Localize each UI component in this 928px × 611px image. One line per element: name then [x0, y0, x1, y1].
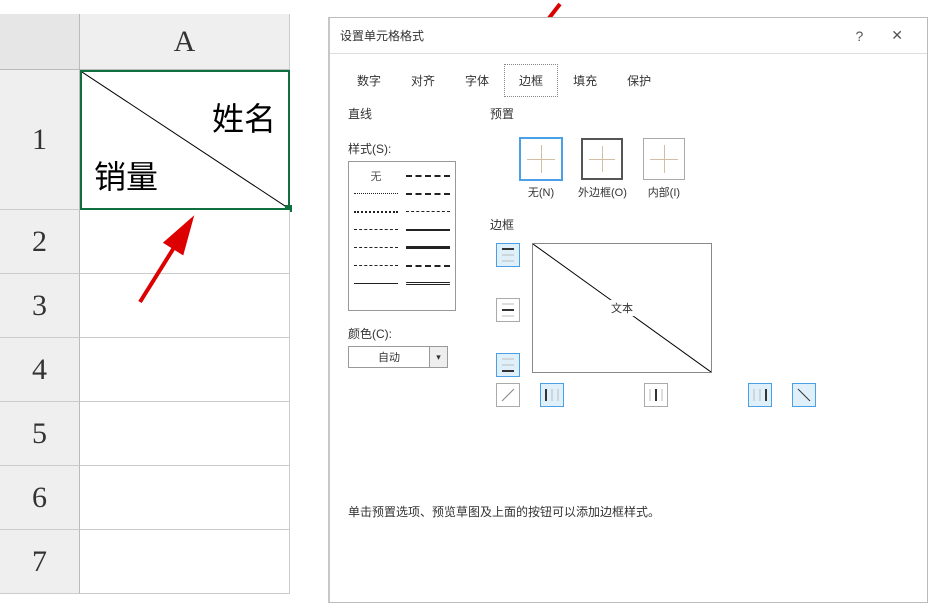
- col-header-a[interactable]: A: [80, 14, 290, 70]
- style-opt[interactable]: [354, 257, 398, 274]
- style-none[interactable]: 无: [354, 167, 398, 184]
- border-bottom-btn[interactable]: [496, 353, 520, 377]
- preset-group: 预置 无(N) 外边框(O) 内部(I) 边框: [490, 105, 909, 243]
- color-label: 颜色(C):: [348, 325, 488, 342]
- border-top-btn[interactable]: [496, 243, 520, 267]
- hint-text: 单击预置选项、预览草图及上面的按钮可以添加边框样式。: [348, 503, 660, 520]
- border-mid-v-btn[interactable]: [644, 383, 668, 407]
- cell-a7[interactable]: [80, 530, 290, 594]
- style-label: 样式(S):: [348, 140, 488, 157]
- preset-inside[interactable]: 内部(I): [643, 138, 685, 200]
- tab-border[interactable]: 边框: [504, 64, 558, 97]
- color-dropdown[interactable]: 自动 ▾: [348, 346, 448, 368]
- color-value: 自动: [349, 349, 429, 365]
- style-opt[interactable]: [406, 275, 450, 292]
- row-header-7[interactable]: 7: [0, 530, 80, 594]
- style-opt[interactable]: [354, 203, 398, 220]
- cell-a6[interactable]: [80, 466, 290, 530]
- border-mid-h-btn[interactable]: [496, 298, 520, 322]
- tab-strip: 数字 对齐 字体 边框 填充 保护: [330, 54, 927, 97]
- preset-outline[interactable]: 外边框(O): [578, 138, 627, 200]
- preview-text: 文本: [609, 300, 635, 316]
- border-section-title: 边框: [490, 216, 909, 233]
- line-section-title: 直线: [348, 105, 488, 122]
- style-opt[interactable]: [406, 167, 450, 184]
- tab-fill[interactable]: 填充: [558, 64, 612, 97]
- help-button[interactable]: ?: [841, 28, 877, 44]
- chevron-down-icon: ▾: [429, 347, 447, 367]
- tab-font[interactable]: 字体: [450, 64, 504, 97]
- cell-a1[interactable]: 姓名 销量: [80, 70, 290, 210]
- preset-section-title: 预置: [490, 105, 909, 122]
- style-opt[interactable]: [406, 239, 450, 256]
- style-opt[interactable]: [406, 221, 450, 238]
- border-diag-down-btn[interactable]: [792, 383, 816, 407]
- title-bar: 设置单元格格式 ? ✕: [330, 18, 927, 54]
- border-diag-up-btn[interactable]: [496, 383, 520, 407]
- row-header-1[interactable]: 1: [0, 70, 80, 210]
- style-opt[interactable]: [354, 275, 398, 292]
- tab-align[interactable]: 对齐: [396, 64, 450, 97]
- cell-bottom-label: 销量: [94, 152, 158, 198]
- border-preview[interactable]: 文本: [532, 243, 712, 373]
- line-group: 直线 样式(S): 无 颜色(C): 自动 ▾: [348, 105, 488, 368]
- cell-a5[interactable]: [80, 402, 290, 466]
- preset-none[interactable]: 无(N): [520, 138, 562, 200]
- style-opt[interactable]: [406, 185, 450, 202]
- dialog-title: 设置单元格格式: [340, 27, 424, 44]
- close-button[interactable]: ✕: [877, 27, 917, 44]
- style-opt[interactable]: [406, 257, 450, 274]
- style-opt[interactable]: [354, 185, 398, 202]
- style-opt[interactable]: [406, 203, 450, 220]
- style-opt[interactable]: [354, 221, 398, 238]
- row-header-5[interactable]: 5: [0, 402, 80, 466]
- border-bottom-row: [496, 383, 816, 407]
- cell-a2[interactable]: [80, 210, 290, 274]
- border-left-btn[interactable]: [540, 383, 564, 407]
- cell-top-label: 姓名: [212, 94, 276, 140]
- cell-a3[interactable]: [80, 274, 290, 338]
- row-header-6[interactable]: 6: [0, 466, 80, 530]
- border-right-btn[interactable]: [748, 383, 772, 407]
- select-all-corner[interactable]: [0, 14, 80, 70]
- tab-number[interactable]: 数字: [342, 64, 396, 97]
- dialog-content: 直线 样式(S): 无 颜色(C): 自动 ▾: [330, 97, 927, 611]
- cell-a4[interactable]: [80, 338, 290, 402]
- style-opt[interactable]: [354, 239, 398, 256]
- preset-row: 无(N) 外边框(O) 内部(I): [520, 138, 909, 200]
- format-cells-dialog: 设置单元格格式 ? ✕ 数字 对齐 字体 边框 填充 保护 直线 样式(S): …: [328, 17, 928, 603]
- line-style-list[interactable]: 无: [348, 161, 456, 311]
- row-header-3[interactable]: 3: [0, 274, 80, 338]
- spreadsheet: A 1 2 3 4 5 6 7 姓名 销量: [0, 0, 328, 603]
- row-header-4[interactable]: 4: [0, 338, 80, 402]
- tab-protect[interactable]: 保护: [612, 64, 666, 97]
- row-header-2[interactable]: 2: [0, 210, 80, 274]
